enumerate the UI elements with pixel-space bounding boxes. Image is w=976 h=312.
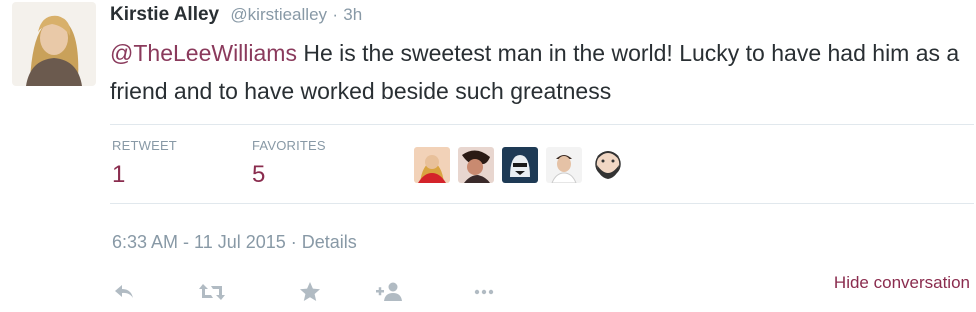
author-handle[interactable]: @kirstiealley [230, 5, 327, 24]
stats-top-divider [110, 124, 974, 125]
favoriters-avatars [414, 147, 626, 183]
favorites-stat[interactable]: FAVORITES 5 [252, 138, 326, 189]
author-name[interactable]: Kirstie Alley [110, 4, 219, 25]
tweet-time[interactable]: 3h [343, 5, 362, 24]
mention-link[interactable]: @TheLeeWilliams [110, 40, 297, 66]
reply-icon[interactable] [112, 280, 136, 304]
favorites-label: FAVORITES [252, 138, 326, 153]
hide-conversation-link[interactable]: Hide conversation [834, 273, 970, 293]
favoriter-avatar[interactable] [590, 147, 626, 183]
favoriter-avatar[interactable] [414, 147, 450, 183]
retweet-icon[interactable] [198, 280, 226, 304]
timestamp-separator: · [285, 232, 302, 252]
tweet-text: @TheLeeWilliams He is the sweetest man i… [110, 34, 970, 110]
tweet-timestamp: 6:33 AM - 11 Jul 2015 · Details [112, 232, 357, 253]
favoriter-avatar[interactable] [502, 147, 538, 183]
author-avatar[interactable] [12, 2, 96, 86]
retweet-count: 1 [112, 161, 126, 188]
stats-bottom-divider [110, 203, 974, 204]
favoriter-avatar[interactable] [546, 147, 582, 183]
header-separator: · [332, 5, 338, 24]
favorite-star-icon[interactable] [298, 280, 322, 304]
retweet-stat[interactable]: RETWEET 1 [112, 138, 177, 189]
details-link[interactable]: Details [302, 232, 357, 252]
favorites-count: 5 [252, 161, 266, 188]
follow-icon[interactable] [374, 280, 404, 304]
more-icon[interactable] [472, 280, 496, 304]
retweet-label: RETWEET [112, 138, 177, 153]
tweet-header: Kirstie Alley @kirstiealley · 3h [110, 4, 362, 26]
favoriter-avatar[interactable] [458, 147, 494, 183]
timestamp-text[interactable]: 6:33 AM - 11 Jul 2015 [112, 232, 286, 252]
